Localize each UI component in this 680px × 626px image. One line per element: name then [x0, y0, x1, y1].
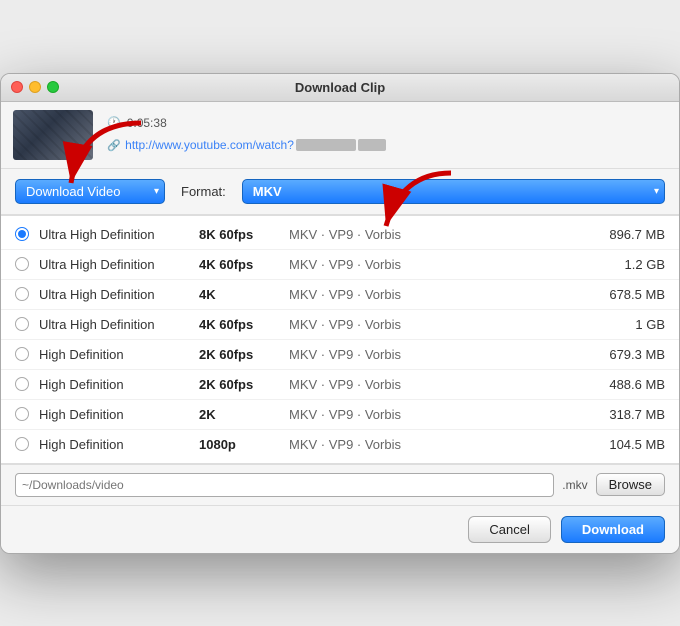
list-item[interactable]: Ultra High Definition 4K MKV · VP9 · Vor… [1, 280, 679, 310]
controls-bar: Download Video ▾ Format: MKV ▾ [1, 169, 679, 215]
filepath-extension: .mkv [562, 478, 587, 492]
radio-button-2[interactable] [15, 287, 29, 301]
option-quality-7: High Definition [39, 437, 199, 452]
option-quality-0: Ultra High Definition [39, 227, 199, 242]
option-quality-5: High Definition [39, 377, 199, 392]
option-codec-4: MKV · VP9 · Vorbis [289, 347, 585, 362]
radio-button-6[interactable] [15, 407, 29, 421]
option-resolution-6: 2K [199, 407, 289, 422]
option-quality-1: Ultra High Definition [39, 257, 199, 272]
option-size-3: 1 GB [585, 317, 665, 332]
list-item[interactable]: High Definition 2K MKV · VP9 · Vorbis 31… [1, 400, 679, 430]
option-codec-3: MKV · VP9 · Vorbis [289, 317, 585, 332]
option-resolution-0: 8K 60fps [199, 227, 289, 242]
link-icon: 🔗 [107, 140, 121, 152]
video-thumbnail [13, 110, 93, 160]
option-quality-2: Ultra High Definition [39, 287, 199, 302]
resolution-options-list: Ultra High Definition 8K 60fps MKV · VP9… [1, 215, 679, 464]
filepath-input[interactable] [15, 473, 554, 497]
filepath-bar: .mkv Browse [1, 464, 679, 505]
format-select[interactable]: MKV [242, 179, 665, 204]
list-item[interactable]: High Definition 1080p MKV · VP9 · Vorbis… [1, 430, 679, 459]
option-size-4: 679.3 MB [585, 347, 665, 362]
option-resolution-4: 2K 60fps [199, 347, 289, 362]
radio-button-4[interactable] [15, 347, 29, 361]
action-bar: Cancel Download [1, 505, 679, 553]
list-item[interactable]: Ultra High Definition 4K 60fps MKV · VP9… [1, 250, 679, 280]
option-size-2: 678.5 MB [585, 287, 665, 302]
titlebar: Download Clip [1, 74, 679, 102]
radio-button-0[interactable] [15, 227, 29, 241]
option-quality-3: Ultra High Definition [39, 317, 199, 332]
download-type-select[interactable]: Download Video [15, 179, 165, 204]
option-codec-6: MKV · VP9 · Vorbis [289, 407, 585, 422]
option-resolution-1: 4K 60fps [199, 257, 289, 272]
option-codec-2: MKV · VP9 · Vorbis [289, 287, 585, 302]
video-meta: 🕐 0:05:38 🔗 http://www.youtube.com/watch… [107, 116, 386, 154]
list-item[interactable]: Ultra High Definition 8K 60fps MKV · VP9… [1, 220, 679, 250]
clock-icon: 🕐 [107, 116, 121, 129]
list-item[interactable]: High Definition 2K 60fps MKV · VP9 · Vor… [1, 370, 679, 400]
option-codec-7: MKV · VP9 · Vorbis [289, 437, 585, 452]
url-text: http://www.youtube.com/watch? [125, 138, 294, 152]
url-blurred-2 [358, 139, 386, 151]
option-resolution-3: 4K 60fps [199, 317, 289, 332]
video-duration: 0:05:38 [127, 116, 167, 130]
radio-button-3[interactable] [15, 317, 29, 331]
duration-row: 🕐 0:05:38 [107, 116, 386, 130]
download-button[interactable]: Download [561, 516, 665, 543]
radio-button-5[interactable] [15, 377, 29, 391]
url-blurred-1 [296, 139, 356, 151]
download-type-wrapper: Download Video ▾ [15, 179, 165, 204]
minimize-button[interactable] [29, 81, 41, 93]
info-bar: 🕐 0:05:38 🔗 http://www.youtube.com/watch… [1, 102, 679, 169]
option-size-7: 104.5 MB [585, 437, 665, 452]
traffic-lights [11, 81, 59, 93]
url-row: 🔗 http://www.youtube.com/watch? [107, 136, 386, 154]
option-size-0: 896.7 MB [585, 227, 665, 242]
option-codec-1: MKV · VP9 · Vorbis [289, 257, 585, 272]
list-item[interactable]: Ultra High Definition 4K 60fps MKV · VP9… [1, 310, 679, 340]
browse-button[interactable]: Browse [596, 473, 665, 496]
option-resolution-5: 2K 60fps [199, 377, 289, 392]
format-label: Format: [181, 184, 226, 199]
radio-button-1[interactable] [15, 257, 29, 271]
download-clip-window: Download Clip 🕐 0:05:38 🔗 http://www.you… [0, 73, 680, 554]
option-codec-0: MKV · VP9 · Vorbis [289, 227, 585, 242]
option-quality-6: High Definition [39, 407, 199, 422]
format-select-wrapper: MKV ▾ [242, 179, 665, 204]
close-button[interactable] [11, 81, 23, 93]
option-resolution-2: 4K [199, 287, 289, 302]
option-size-6: 318.7 MB [585, 407, 665, 422]
list-item[interactable]: High Definition 2K 60fps MKV · VP9 · Vor… [1, 340, 679, 370]
option-size-1: 1.2 GB [585, 257, 665, 272]
option-quality-4: High Definition [39, 347, 199, 362]
option-resolution-7: 1080p [199, 437, 289, 452]
window-title: Download Clip [295, 80, 385, 95]
option-size-5: 488.6 MB [585, 377, 665, 392]
zoom-button[interactable] [47, 81, 59, 93]
video-url[interactable]: http://www.youtube.com/watch? [125, 138, 386, 152]
cancel-button[interactable]: Cancel [468, 516, 550, 543]
option-codec-5: MKV · VP9 · Vorbis [289, 377, 585, 392]
radio-button-7[interactable] [15, 437, 29, 451]
